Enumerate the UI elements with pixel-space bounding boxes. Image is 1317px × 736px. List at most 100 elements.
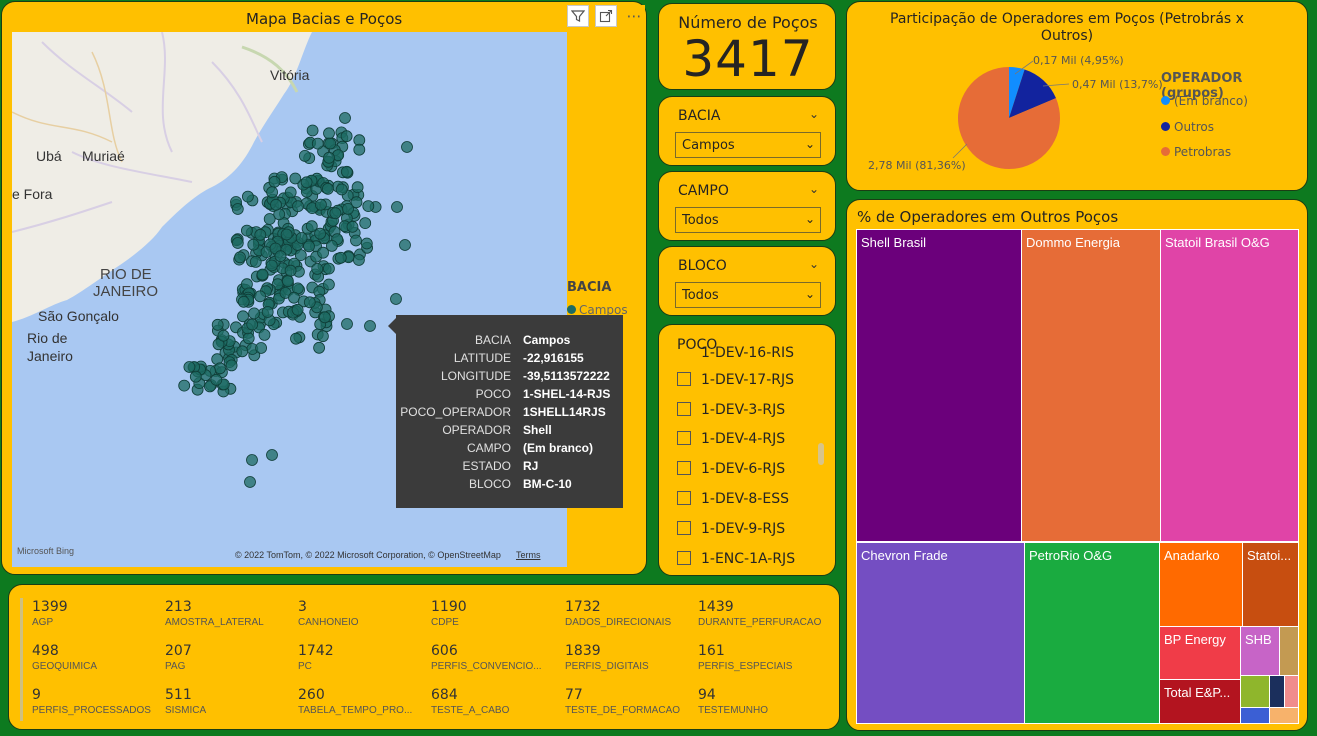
well-marker[interactable] bbox=[399, 239, 411, 251]
treemap-tile[interactable]: BP Energy bbox=[1159, 626, 1241, 680]
pie-chart[interactable] bbox=[952, 60, 1070, 170]
well-marker[interactable] bbox=[325, 239, 338, 252]
well-marker[interactable] bbox=[246, 318, 259, 331]
well-marker[interactable] bbox=[313, 341, 326, 354]
list-item[interactable]: 1-DEV-4-RJS bbox=[677, 431, 785, 449]
treemap-tile[interactable]: Shell Brasil bbox=[856, 229, 1022, 542]
well-marker[interactable] bbox=[298, 150, 311, 162]
well-marker[interactable] bbox=[303, 296, 316, 309]
well-marker[interactable] bbox=[261, 306, 274, 318]
well-marker[interactable] bbox=[318, 311, 331, 324]
well-marker[interactable] bbox=[334, 251, 347, 264]
treemap-tile[interactable] bbox=[1284, 675, 1299, 708]
well-marker[interactable] bbox=[306, 124, 319, 137]
well-marker[interactable] bbox=[225, 359, 238, 372]
well-marker[interactable] bbox=[353, 143, 366, 156]
treemap-tile[interactable]: Total E&P... bbox=[1159, 679, 1241, 724]
well-marker[interactable] bbox=[231, 203, 244, 215]
campo-dropdown[interactable]: Todos ⌄ bbox=[675, 207, 821, 233]
list-item[interactable]: 1-DEV-3-RJS bbox=[677, 402, 785, 420]
list-item[interactable]: 1-DEV-8-ESS bbox=[677, 491, 789, 509]
well-marker[interactable] bbox=[316, 330, 329, 343]
checkbox[interactable] bbox=[677, 461, 691, 475]
list-item[interactable]: 1-DEV-16-RJS bbox=[677, 345, 794, 357]
list-item[interactable]: 1-DEV-9-RJS bbox=[677, 521, 785, 539]
well-marker[interactable] bbox=[295, 232, 308, 244]
treemap-tile[interactable]: Chevron Frade bbox=[856, 542, 1025, 724]
well-marker[interactable] bbox=[364, 320, 376, 332]
well-marker[interactable] bbox=[342, 202, 354, 215]
more-options-icon[interactable]: ⋯ bbox=[623, 5, 645, 27]
well-marker[interactable] bbox=[340, 165, 353, 178]
well-marker[interactable] bbox=[311, 262, 324, 275]
treemap-tile[interactable] bbox=[1279, 626, 1299, 676]
well-marker[interactable] bbox=[266, 186, 279, 199]
well-marker[interactable] bbox=[346, 220, 359, 233]
well-marker[interactable] bbox=[323, 127, 335, 140]
well-marker[interactable] bbox=[340, 130, 353, 143]
well-marker[interactable] bbox=[210, 373, 223, 386]
treemap-tile[interactable]: Dommo Energia bbox=[1021, 229, 1161, 542]
legend-item[interactable]: Petrobras bbox=[1161, 145, 1231, 159]
well-marker[interactable] bbox=[255, 342, 268, 354]
well-marker[interactable] bbox=[237, 295, 250, 308]
well-marker[interactable] bbox=[256, 268, 269, 281]
well-marker[interactable] bbox=[266, 449, 278, 461]
treemap-tile[interactable]: Anadarko bbox=[1159, 542, 1243, 627]
well-marker[interactable] bbox=[270, 198, 282, 211]
well-marker[interactable] bbox=[281, 275, 294, 288]
well-marker[interactable] bbox=[321, 182, 334, 195]
well-marker[interactable] bbox=[247, 238, 260, 251]
treemap-tile[interactable] bbox=[1269, 675, 1285, 708]
well-marker[interactable] bbox=[350, 234, 362, 247]
treemap-tile[interactable] bbox=[1240, 707, 1270, 724]
scrollbar-thumb[interactable] bbox=[818, 443, 824, 465]
well-marker[interactable] bbox=[314, 198, 327, 211]
well-marker[interactable] bbox=[362, 200, 375, 213]
well-marker[interactable] bbox=[249, 255, 262, 268]
well-marker[interactable] bbox=[390, 293, 402, 305]
legend-item[interactable]: (Em branco) bbox=[1161, 94, 1248, 108]
bloco-dropdown[interactable]: Todos ⌄ bbox=[675, 282, 821, 308]
well-marker[interactable] bbox=[329, 207, 342, 220]
filter-icon[interactable] bbox=[567, 5, 589, 27]
legend-item[interactable]: Outros bbox=[1161, 120, 1214, 134]
well-marker[interactable] bbox=[189, 370, 202, 383]
well-marker[interactable] bbox=[240, 224, 253, 237]
well-marker[interactable] bbox=[311, 137, 324, 150]
well-marker[interactable] bbox=[242, 332, 255, 345]
well-marker[interactable] bbox=[323, 151, 335, 164]
treemap-tile[interactable]: SHB bbox=[1240, 626, 1280, 676]
treemap-tile[interactable]: Statoil Brasil O&G bbox=[1160, 229, 1299, 542]
well-marker[interactable] bbox=[246, 454, 258, 466]
well-marker[interactable] bbox=[268, 175, 281, 188]
well-marker[interactable] bbox=[291, 303, 304, 316]
well-marker[interactable] bbox=[236, 345, 249, 358]
well-marker[interactable] bbox=[300, 176, 313, 189]
well-marker[interactable] bbox=[401, 141, 413, 153]
well-marker[interactable] bbox=[289, 172, 302, 185]
list-item[interactable]: 1-DEV-17-RJS bbox=[677, 372, 794, 390]
terms-link[interactable]: Terms bbox=[516, 550, 541, 560]
well-marker[interactable] bbox=[217, 329, 230, 342]
well-marker[interactable] bbox=[314, 227, 327, 240]
well-marker[interactable] bbox=[234, 251, 246, 264]
well-marker[interactable] bbox=[359, 217, 372, 230]
chevron-down-icon[interactable]: ⌄ bbox=[809, 107, 819, 121]
well-marker[interactable] bbox=[294, 249, 307, 262]
well-marker[interactable] bbox=[322, 278, 335, 291]
checkbox[interactable] bbox=[677, 521, 691, 535]
well-marker[interactable] bbox=[254, 228, 267, 241]
checkbox[interactable] bbox=[677, 402, 691, 416]
focus-mode-icon[interactable] bbox=[595, 5, 617, 27]
well-marker[interactable] bbox=[248, 307, 261, 320]
checkbox[interactable] bbox=[677, 551, 691, 565]
bacia-dropdown[interactable]: Campos ⌄ bbox=[675, 132, 821, 158]
treemap-tile[interactable] bbox=[1269, 707, 1299, 724]
treemap-tile[interactable]: Statoi... bbox=[1242, 542, 1299, 627]
well-marker[interactable] bbox=[284, 264, 297, 277]
list-item[interactable]: 1-DEV-6-RJS bbox=[677, 461, 785, 479]
well-marker[interactable] bbox=[254, 290, 267, 303]
well-marker[interactable] bbox=[360, 237, 373, 250]
treemap-tile[interactable]: PetroRio O&G bbox=[1024, 542, 1160, 724]
